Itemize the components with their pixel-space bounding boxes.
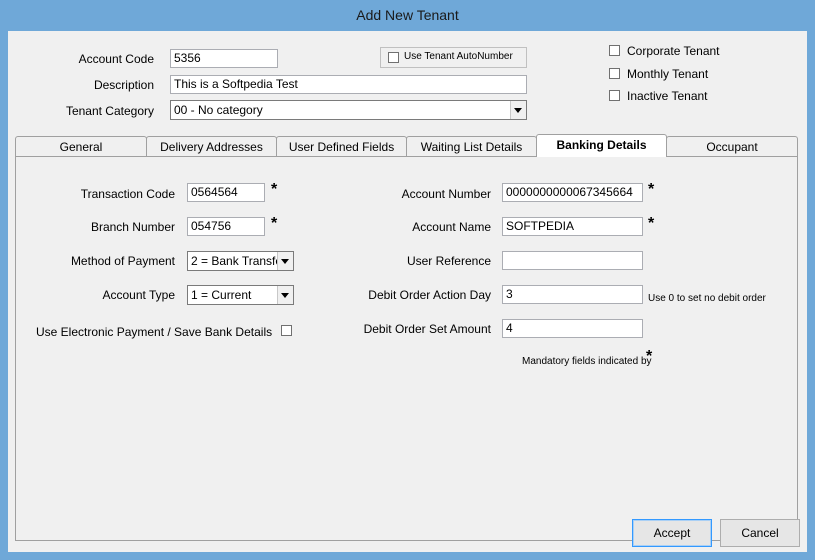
description-input[interactable]: This is a Softpedia Test [170, 75, 527, 94]
transaction-code-label: Transaction Code [80, 187, 175, 201]
accept-button[interactable]: Accept [632, 519, 712, 547]
tab-control: General Delivery Addresses User Defined … [15, 134, 798, 541]
tenant-category-value: 00 - No category [174, 103, 263, 117]
method-of-payment-value: 2 = Bank Transfer [191, 254, 287, 268]
method-of-payment-select[interactable]: 2 = Bank Transfer [187, 251, 294, 271]
chevron-down-icon[interactable] [277, 252, 293, 270]
required-star: * [271, 215, 278, 232]
tenant-category-label: Tenant Category [65, 104, 154, 118]
window-title: Add New Tenant [0, 0, 815, 31]
account-name-label: Account Name [412, 220, 491, 234]
debit-order-day-input[interactable]: 3 [502, 285, 643, 304]
chevron-down-icon[interactable] [277, 286, 293, 304]
electronic-payment-checkbox[interactable] [281, 325, 292, 336]
inactive-tenant-label: Inactive Tenant [627, 89, 708, 103]
tab-delivery-addresses[interactable]: Delivery Addresses [146, 136, 277, 156]
tenant-category-select[interactable]: 00 - No category [170, 100, 527, 120]
branch-number-label: Branch Number [90, 220, 175, 234]
account-code-label: Account Code [78, 52, 154, 66]
required-star: * [646, 348, 653, 365]
dialog-window: Add New Tenant Account Code 5356 Use Ten… [0, 0, 815, 560]
tab-occupant[interactable]: Occupant [666, 136, 798, 156]
account-code-input[interactable]: 5356 [170, 49, 278, 68]
use-autonumber-label: Use Tenant AutoNumber [404, 51, 513, 62]
corporate-tenant-checkbox[interactable] [609, 45, 620, 56]
method-of-payment-label: Method of Payment [70, 254, 175, 268]
tab-user-defined-fields[interactable]: User Defined Fields [276, 136, 407, 156]
electronic-payment-label: Use Electronic Payment / Save Bank Detai… [36, 325, 273, 339]
autonumber-box: Use Tenant AutoNumber [380, 47, 527, 68]
monthly-tenant-checkbox[interactable] [609, 68, 620, 79]
corporate-tenant-label: Corporate Tenant [627, 44, 720, 58]
account-type-label: Account Type [102, 288, 176, 302]
required-star: * [271, 181, 278, 198]
debit-order-amount-input[interactable]: 4 [502, 319, 643, 338]
monthly-tenant-label: Monthly Tenant [627, 67, 709, 81]
inactive-tenant-checkbox[interactable] [609, 90, 620, 101]
cancel-button[interactable]: Cancel [720, 519, 800, 547]
tab-waiting-list-details[interactable]: Waiting List Details [406, 136, 537, 156]
account-type-value: 1 = Current [191, 288, 252, 302]
transaction-code-input[interactable]: 0564564 [187, 183, 265, 202]
branch-number-input[interactable]: 054756 [187, 217, 265, 236]
mandatory-note: Mandatory fields indicated by [522, 356, 652, 367]
banking-details-panel: Transaction Code 0564564 * Branch Number… [15, 156, 798, 541]
debit-order-day-hint: Use 0 to set no debit order [648, 293, 766, 304]
description-label: Description [93, 78, 154, 92]
use-autonumber-checkbox[interactable] [388, 52, 399, 63]
user-reference-label: User Reference [406, 254, 491, 268]
account-type-select[interactable]: 1 = Current [187, 285, 294, 305]
account-number-input[interactable]: 0000000000067345664 [502, 183, 643, 202]
tab-banking-details[interactable]: Banking Details [536, 134, 667, 157]
debit-order-day-label: Debit Order Action Day [368, 288, 491, 302]
user-reference-input[interactable] [502, 251, 643, 270]
debit-order-amount-label: Debit Order Set Amount [363, 322, 491, 336]
account-number-label: Account Number [401, 187, 491, 201]
account-name-input[interactable]: SOFTPEDIA [502, 217, 643, 236]
chevron-down-icon[interactable] [510, 101, 526, 119]
tab-general[interactable]: General [15, 136, 147, 156]
required-star: * [648, 215, 655, 232]
required-star: * [648, 181, 655, 198]
dialog-client-area: Account Code 5356 Use Tenant AutoNumber … [8, 31, 807, 552]
